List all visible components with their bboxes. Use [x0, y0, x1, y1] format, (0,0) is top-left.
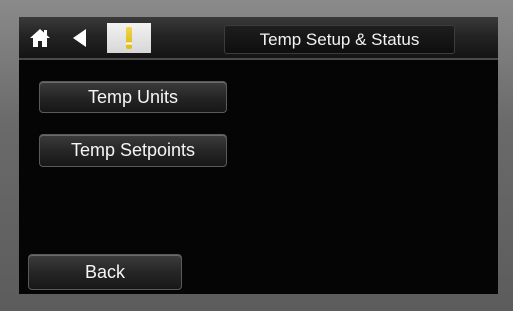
home-button[interactable] [27, 25, 53, 51]
page-title: Temp Setup & Status [224, 25, 455, 54]
touch-screen: Temp Setup & Status Temp Units Temp Setp… [19, 17, 498, 294]
temp-units-button[interactable]: Temp Units [39, 81, 227, 113]
top-bar: Temp Setup & Status [19, 17, 498, 60]
device-bezel: Temp Setup & Status Temp Units Temp Setp… [0, 0, 513, 311]
temp-setpoints-button[interactable]: Temp Setpoints [39, 134, 227, 167]
back-arrow-icon [73, 29, 86, 47]
alert-button[interactable] [107, 23, 151, 53]
home-icon [30, 29, 50, 47]
back-button[interactable]: Back [28, 254, 182, 290]
alert-icon [126, 27, 132, 49]
back-arrow-button[interactable] [67, 26, 91, 50]
